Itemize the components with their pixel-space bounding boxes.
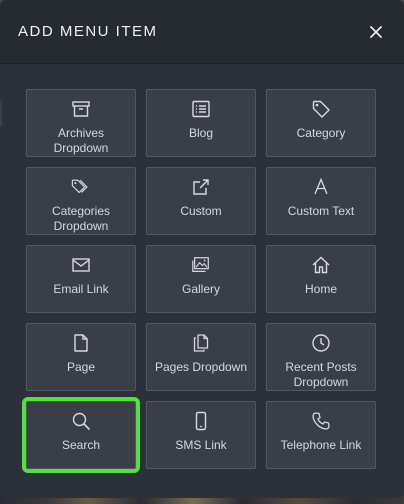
menu-item-grid: Archives Dropdown Blog Category Categori… [22, 89, 376, 473]
images-icon [190, 254, 212, 276]
home-icon [310, 254, 332, 276]
item-label: Telephone Link [280, 438, 362, 452]
pages-icon [190, 332, 212, 354]
close-icon [370, 25, 382, 38]
clock-icon [310, 332, 332, 354]
item-label: Email Link [53, 282, 109, 296]
item-label: SMS Link [175, 438, 227, 452]
item-label: Archives Dropdown [53, 126, 109, 155]
close-button[interactable] [366, 22, 386, 42]
item-categories-dropdown[interactable]: Categories Dropdown [26, 167, 136, 235]
item-category[interactable]: Category [266, 89, 376, 157]
item-label: Page [66, 360, 96, 374]
item-label: Category [296, 126, 346, 140]
list-icon [190, 98, 212, 120]
item-blog[interactable]: Blog [146, 89, 256, 157]
magnifier-icon [70, 410, 92, 432]
telephone-icon [310, 410, 332, 432]
panel-edge [0, 100, 2, 126]
item-label: Pages Dropdown [154, 360, 248, 374]
letter-a-icon [310, 176, 332, 198]
add-menu-item-dialog: ADD MENU ITEM Archives Dropdown Blog Cat… [0, 0, 404, 498]
page-icon [70, 332, 92, 354]
item-recent-posts-dropdown[interactable]: Recent Posts Dropdown [266, 323, 376, 391]
item-label: Gallery [181, 282, 220, 296]
item-home[interactable]: Home [266, 245, 376, 313]
external-link-icon [190, 176, 212, 198]
item-email-link[interactable]: Email Link [26, 245, 136, 313]
archive-box-icon [70, 98, 92, 120]
tag-icon [310, 98, 332, 120]
item-label: Search [61, 438, 101, 452]
item-label: Recent Posts Dropdown [285, 360, 357, 389]
item-custom-text[interactable]: Custom Text [266, 167, 376, 235]
item-label: Blog [188, 126, 214, 140]
dialog-header: ADD MENU ITEM [0, 0, 404, 64]
item-telephone-link[interactable]: Telephone Link [266, 401, 376, 469]
item-label: Home [304, 282, 337, 296]
envelope-icon [70, 254, 92, 276]
dialog-title: ADD MENU ITEM [18, 23, 158, 40]
item-label: Custom Text [287, 204, 355, 218]
item-pages-dropdown[interactable]: Pages Dropdown [146, 323, 256, 391]
item-search[interactable]: Search [22, 397, 140, 473]
item-sms-link[interactable]: SMS Link [146, 401, 256, 469]
item-archives-dropdown[interactable]: Archives Dropdown [26, 89, 136, 157]
item-page[interactable]: Page [26, 323, 136, 391]
item-label: Categories Dropdown [51, 204, 111, 233]
phone-mobile-icon [190, 410, 212, 432]
item-custom[interactable]: Custom [146, 167, 256, 235]
tags-icon [70, 176, 92, 198]
item-gallery[interactable]: Gallery [146, 245, 256, 313]
item-label: Custom [180, 204, 222, 218]
